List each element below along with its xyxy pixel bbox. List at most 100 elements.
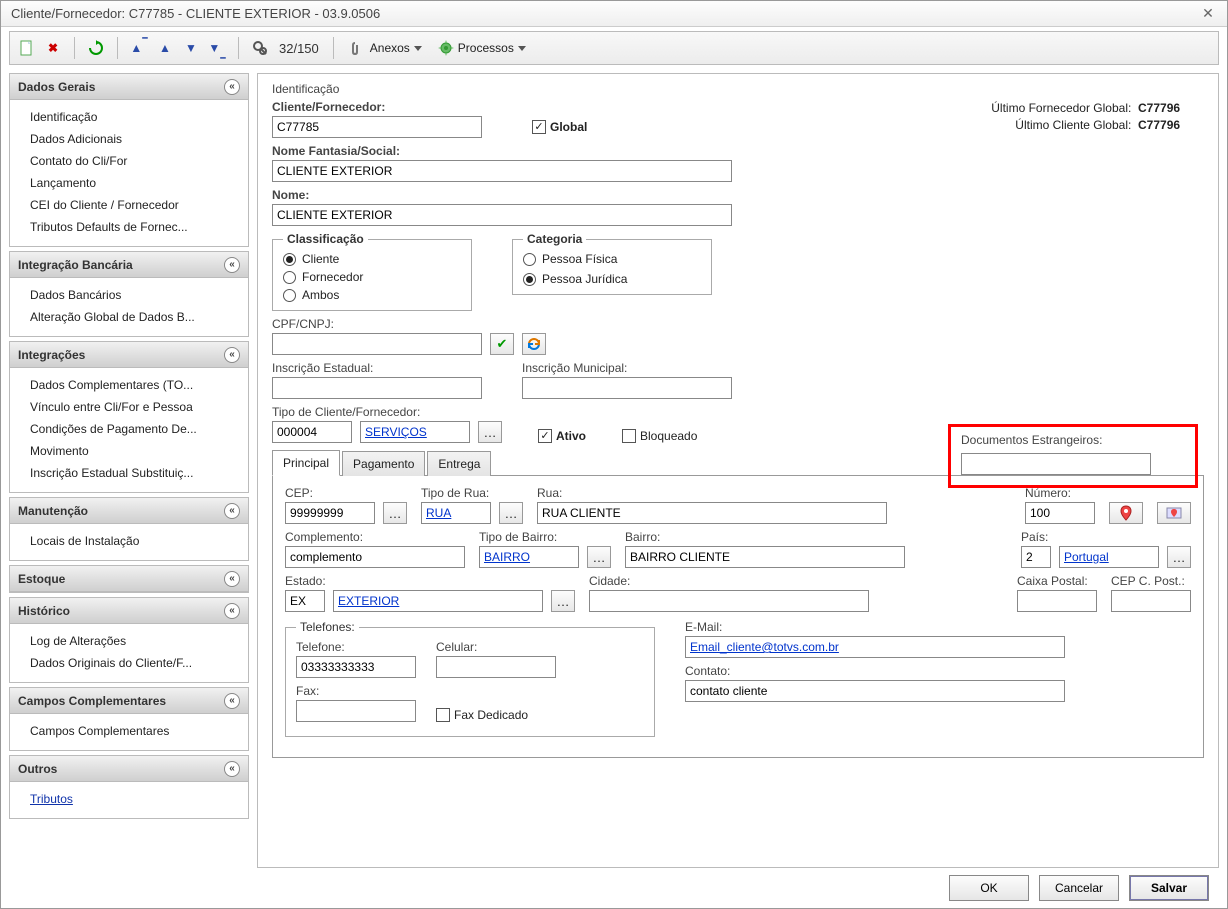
collapse-icon[interactable]: «	[224, 79, 240, 95]
validate-icon[interactable]: ✔	[490, 333, 514, 355]
sidebar-head-estoque[interactable]: Estoque «	[10, 566, 248, 592]
caixa-postal-input[interactable]	[1017, 590, 1097, 612]
collapse-icon[interactable]: «	[224, 693, 240, 709]
close-icon[interactable]: ✕	[1199, 5, 1217, 23]
attachments-dropdown[interactable]: Anexos	[344, 38, 428, 58]
tab-pagamento[interactable]: Pagamento	[342, 451, 425, 476]
nome-input[interactable]	[272, 204, 732, 226]
documentos-estrangeiros-input[interactable]	[961, 453, 1151, 475]
sidebar-item-log-alteracoes[interactable]: Log de Alterações	[28, 630, 244, 652]
lookup-cep-icon[interactable]: …	[383, 502, 407, 524]
cliente-fornecedor-input[interactable]	[272, 116, 482, 138]
sidebar-head-outros[interactable]: Outros «	[10, 756, 248, 782]
radio-cliente[interactable]: Cliente	[283, 252, 461, 266]
fax-dedicado-checkbox[interactable]: Fax Dedicado	[436, 708, 528, 722]
sidebar-head-manutencao[interactable]: Manutenção «	[10, 498, 248, 524]
sidebar-item-tributos[interactable]: Tributos	[28, 788, 244, 810]
sidebar-head-historico[interactable]: Histórico «	[10, 598, 248, 624]
sidebar-item-condicoes-pagamento[interactable]: Condições de Pagamento De...	[28, 418, 244, 440]
telefone-input[interactable]	[296, 656, 416, 678]
pais-code-input[interactable]	[1021, 546, 1051, 568]
search-icon[interactable]	[249, 37, 271, 59]
cancel-button[interactable]: Cancelar	[1039, 875, 1119, 901]
cep-c-post-label: CEP C. Post.:	[1111, 574, 1191, 588]
nav-last-icon[interactable]: ▼━	[206, 37, 228, 59]
global-checkbox[interactable]: Global	[532, 120, 587, 134]
sidebar-head-integracoes[interactable]: Integrações «	[10, 342, 248, 368]
lookup-pais-icon[interactable]: …	[1167, 546, 1191, 568]
radio-fornecedor[interactable]: Fornecedor	[283, 270, 461, 284]
map-pin-icon[interactable]	[1109, 502, 1143, 524]
radio-ambos-label: Ambos	[302, 288, 339, 302]
contato-input[interactable]	[685, 680, 1065, 702]
nav-next-icon[interactable]: ▼	[180, 37, 202, 59]
celular-input[interactable]	[436, 656, 556, 678]
estado-name-input[interactable]	[333, 590, 543, 612]
pais-name-input[interactable]	[1059, 546, 1159, 568]
sidebar-item-movimento[interactable]: Movimento	[28, 440, 244, 462]
cep-c-post-input[interactable]	[1111, 590, 1191, 612]
sidebar-item-dados-bancarios[interactable]: Dados Bancários	[28, 284, 244, 306]
sidebar-item-ie-substituicao[interactable]: Inscrição Estadual Substituiç...	[28, 462, 244, 484]
delete-icon[interactable]: ✖	[42, 37, 64, 59]
ok-button[interactable]: OK	[949, 875, 1029, 901]
inscricao-estadual-input[interactable]	[272, 377, 482, 399]
tipo-cli-for-code-input[interactable]	[272, 421, 352, 443]
sidebar-item-dados-complementares[interactable]: Dados Complementares (TO...	[28, 374, 244, 396]
processes-dropdown[interactable]: Processos	[432, 38, 532, 58]
radio-ambos[interactable]: Ambos	[283, 288, 461, 302]
sidebar-item-locais-instalacao[interactable]: Locais de Instalação	[28, 530, 244, 552]
sidebar-head-campos-complementares[interactable]: Campos Complementares «	[10, 688, 248, 714]
sidebar-item-dados-originais[interactable]: Dados Originais do Cliente/F...	[28, 652, 244, 674]
collapse-icon[interactable]: «	[224, 761, 240, 777]
save-button[interactable]: Salvar	[1129, 875, 1209, 901]
sidebar-item-tributos-default[interactable]: Tributos Defaults de Fornec...	[28, 216, 244, 238]
lookup-tipo-rua-icon[interactable]: …	[499, 502, 523, 524]
collapse-icon[interactable]: «	[224, 503, 240, 519]
cpf-cnpj-input[interactable]	[272, 333, 482, 355]
lookup-estado-icon[interactable]: …	[551, 590, 575, 612]
sidebar-item-contato[interactable]: Contato do Cli/For	[28, 150, 244, 172]
estado-code-input[interactable]	[285, 590, 325, 612]
tipo-bairro-input[interactable]	[479, 546, 579, 568]
map-view-icon[interactable]	[1157, 502, 1191, 524]
tipo-cli-for-desc-input[interactable]	[360, 421, 470, 443]
complemento-input[interactable]	[285, 546, 465, 568]
bloqueado-checkbox[interactable]: Bloqueado	[622, 429, 697, 443]
radio-pessoa-fisica[interactable]: Pessoa Física	[523, 252, 701, 266]
sidebar-head-integracao-bancaria[interactable]: Integração Bancária «	[10, 252, 248, 278]
nav-prev-icon[interactable]: ▲	[154, 37, 176, 59]
sidebar-item-vinculo[interactable]: Vínculo entre Cli/For e Pessoa	[28, 396, 244, 418]
rua-input[interactable]	[537, 502, 887, 524]
collapse-icon[interactable]: «	[224, 347, 240, 363]
tab-entrega[interactable]: Entrega	[427, 451, 491, 476]
new-icon[interactable]	[16, 37, 38, 59]
sidebar-item-alteracao-global[interactable]: Alteração Global de Dados B...	[28, 306, 244, 328]
cidade-input[interactable]	[589, 590, 869, 612]
refresh-doc-icon[interactable]	[522, 333, 546, 355]
tipo-rua-input[interactable]	[421, 502, 491, 524]
ativo-checkbox[interactable]: Ativo	[538, 429, 586, 443]
email-input[interactable]	[685, 636, 1065, 658]
numero-input[interactable]	[1025, 502, 1095, 524]
sidebar-item-cei[interactable]: CEI do Cliente / Fornecedor	[28, 194, 244, 216]
sidebar-item-identificacao[interactable]: Identificação	[28, 106, 244, 128]
cep-input[interactable]	[285, 502, 375, 524]
lookup-tipo-bairro-icon[interactable]: …	[587, 546, 611, 568]
collapse-icon[interactable]: «	[224, 257, 240, 273]
collapse-icon[interactable]: «	[224, 603, 240, 619]
sidebar-head-dados-gerais[interactable]: Dados Gerais «	[10, 74, 248, 100]
radio-pessoa-juridica[interactable]: Pessoa Jurídica	[523, 272, 701, 286]
sidebar-item-dados-adicionais[interactable]: Dados Adicionais	[28, 128, 244, 150]
sidebar-item-campos-complementares[interactable]: Campos Complementares	[28, 720, 244, 742]
inscricao-municipal-input[interactable]	[522, 377, 732, 399]
bairro-input[interactable]	[625, 546, 905, 568]
tab-principal[interactable]: Principal	[272, 450, 340, 476]
nome-fantasia-input[interactable]	[272, 160, 732, 182]
collapse-icon[interactable]: «	[224, 571, 240, 587]
sidebar-item-lancamento[interactable]: Lançamento	[28, 172, 244, 194]
lookup-tipo-icon[interactable]: …	[478, 421, 502, 443]
fax-input[interactable]	[296, 700, 416, 722]
refresh-icon[interactable]	[85, 37, 107, 59]
nav-first-icon[interactable]: ▲━	[128, 37, 150, 59]
